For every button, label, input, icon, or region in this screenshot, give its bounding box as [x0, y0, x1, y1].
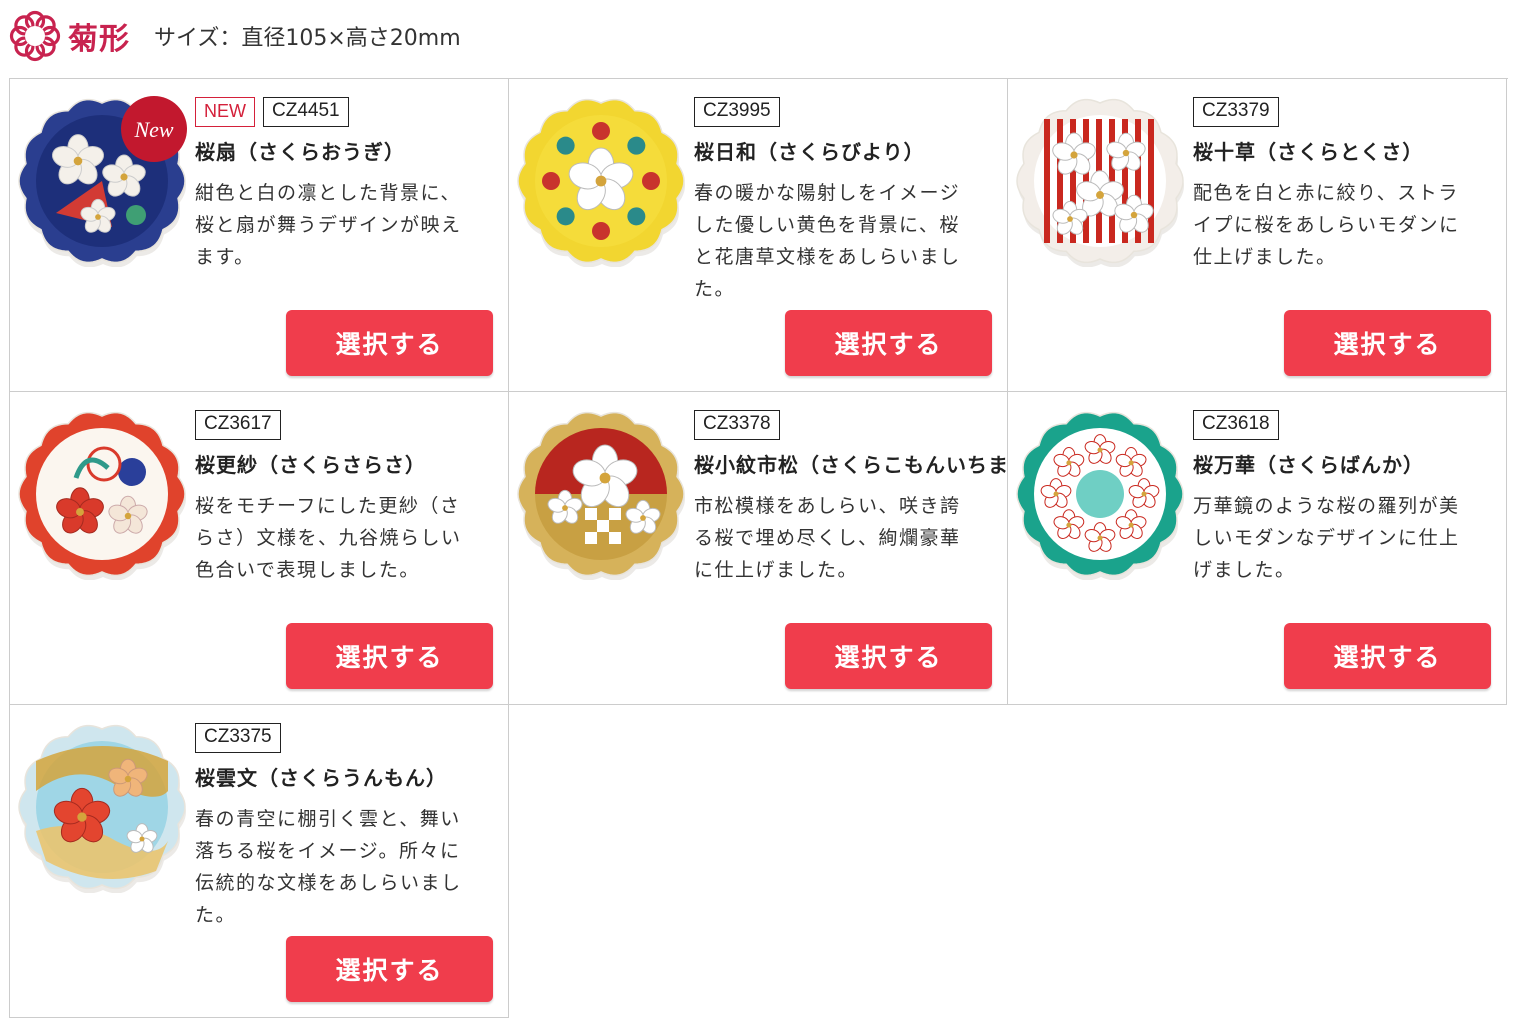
product-card: New NEW CZ4451 桜扇（さくらおうぎ） 紺色と白の凛とした背景に、桜…: [10, 79, 509, 392]
product-code: CZ3618: [1193, 410, 1279, 440]
product-code: CZ3378: [694, 410, 780, 440]
section-header: 菊形 サイズ：直径105×高さ20mm: [8, 8, 461, 64]
product-code: CZ3995: [694, 97, 780, 127]
chrysanthemum-icon: [9, 10, 61, 62]
plate-image: [517, 411, 685, 580]
product-name: 桜扇（さくらおうぎ）: [195, 140, 405, 164]
product-grid: New NEW CZ4451 桜扇（さくらおうぎ） 紺色と白の凛とした背景に、桜…: [9, 78, 1508, 1018]
product-description: 桜をモチーフにした更紗（さらさ）文様を、九谷焼らしい色合いで表現しました。: [195, 495, 462, 581]
product-card: CZ3618 桜万華（さくらばんか） 万華鏡のような桜の羅列が美しいモダンなデザ…: [1008, 392, 1507, 705]
product-card: CZ3378 桜小紋市松（さくらこもんいちまつ） 市松模様をあしらい、咲き誇る桜…: [509, 392, 1008, 705]
select-button[interactable]: 選択する: [1284, 310, 1491, 376]
product-code: CZ3375: [195, 723, 281, 753]
product-code: CZ4451: [263, 97, 349, 127]
select-button[interactable]: 選択する: [286, 310, 493, 376]
plate-image: [517, 98, 685, 267]
product-description: 万華鏡のような桜の羅列が美しいモダンなデザインに仕上げました。: [1193, 495, 1460, 581]
product-card: CZ3617 桜更紗（さくらさらさ） 桜をモチーフにした更紗（さらさ）文様を、九…: [10, 392, 509, 705]
product-name: 桜万華（さくらばんか）: [1193, 453, 1424, 477]
product-name: 桜十草（さくらとくさ）: [1193, 140, 1424, 164]
product-code: CZ3379: [1193, 97, 1279, 127]
product-card: CZ3995 桜日和（さくらびより） 春の暖かな陽射しをイメージした優しい黄色を…: [509, 79, 1008, 392]
product-description: 春の青空に棚引く雲と、舞い落ちる桜をイメージ。所々に伝統的な文様をあしらいました…: [195, 808, 462, 926]
product-card: CZ3375 桜雲文（さくらうんもん） 春の青空に棚引く雲と、舞い落ちる桜をイメ…: [10, 705, 509, 1018]
new-badge-icon: New: [121, 96, 187, 162]
product-name: 桜日和（さくらびより）: [694, 140, 925, 164]
plate-image: [18, 411, 186, 580]
shape-title: 菊形: [68, 22, 130, 57]
size-text: サイズ：直径105×高さ20mm: [154, 26, 461, 51]
select-button[interactable]: 選択する: [286, 936, 493, 1002]
new-label: NEW: [195, 97, 255, 127]
select-button[interactable]: 選択する: [785, 310, 992, 376]
product-description: 紺色と白の凛とした背景に、桜と扇が舞うデザインが映えます。: [195, 182, 462, 268]
product-description: 市松模様をあしらい、咲き誇る桜で埋め尽くし、絢爛豪華に仕上げました。: [694, 495, 961, 581]
select-button[interactable]: 選択する: [286, 623, 493, 689]
new-badge-text: New: [133, 117, 173, 142]
product-description: 配色を白と赤に絞り、ストライプに桜をあしらいモダンに仕上げました。: [1193, 182, 1460, 268]
plate-image: [1016, 411, 1184, 580]
product-name: 桜小紋市松（さくらこもんいちまつ）: [694, 453, 1008, 477]
product-name: 桜更紗（さくらさらさ）: [195, 453, 426, 477]
product-name: 桜雲文（さくらうんもん）: [195, 766, 447, 790]
plate-image: [1016, 98, 1184, 267]
plate-image: [18, 724, 186, 893]
select-button[interactable]: 選択する: [1284, 623, 1491, 689]
product-card: CZ3379 桜十草（さくらとくさ） 配色を白と赤に絞り、ストライプに桜をあしら…: [1008, 79, 1507, 392]
product-code: CZ3617: [195, 410, 281, 440]
product-description: 春の暖かな陽射しをイメージした優しい黄色を背景に、桜と花唐草文様をあしらいました…: [694, 182, 961, 300]
select-button[interactable]: 選択する: [785, 623, 992, 689]
